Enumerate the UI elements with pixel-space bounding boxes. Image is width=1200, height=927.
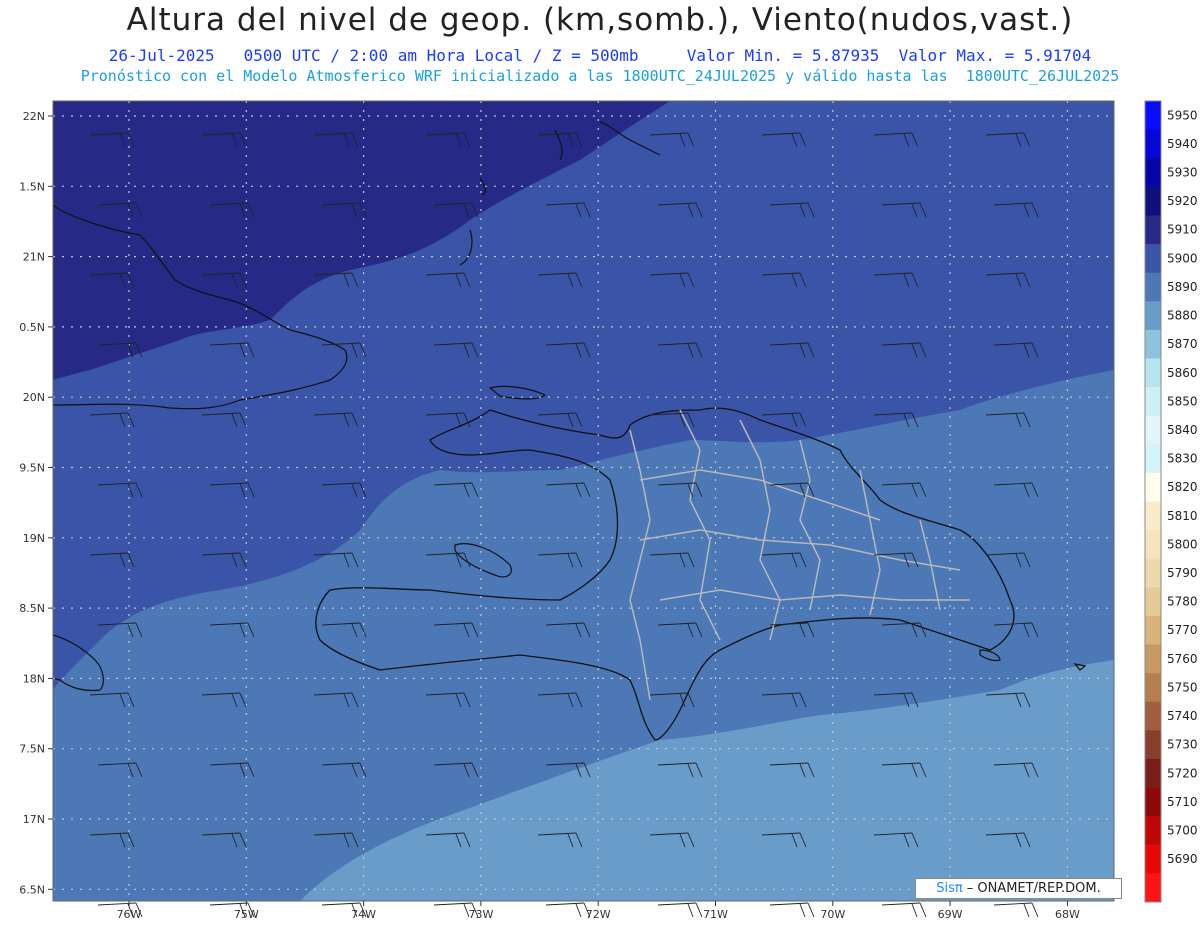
lon-tick-label: 73W — [468, 908, 493, 921]
colorbar-label: 5840 — [1167, 423, 1198, 437]
colorbar-swatch — [1145, 387, 1161, 417]
colorbar-label: 5850 — [1167, 394, 1198, 408]
credit-brand: Sisπ — [936, 881, 963, 896]
colorbar-label: 5780 — [1167, 595, 1198, 609]
colorbar-swatch — [1145, 272, 1161, 302]
colorbar-label: 5690 — [1167, 852, 1198, 866]
colorbar-swatch — [1145, 844, 1161, 874]
lat-tick-label: 22N — [23, 110, 45, 123]
colorbar-label: 5770 — [1167, 623, 1198, 637]
lon-tick-label: 68W — [1055, 908, 1080, 921]
lat-tick-label: 21N — [23, 251, 45, 264]
colorbar-swatch — [1145, 816, 1161, 846]
longitude-axis: 76W 75W 74W 73W 72W 71W 70W 69W 68W — [117, 901, 1080, 921]
colorbar-label: 5740 — [1167, 709, 1198, 723]
lon-tick-label: 70W — [820, 908, 845, 921]
lat-tick-label: 8.5N — [19, 602, 45, 615]
credit-text: – ONAMET/REP.DOM. — [966, 881, 1101, 896]
colorbar-label: 5790 — [1167, 566, 1198, 580]
lon-tick-label: 75W — [234, 908, 259, 921]
colorbar-label: 5820 — [1167, 480, 1198, 494]
colorbar-label: 5950 — [1167, 108, 1198, 122]
colorbar-label: 5890 — [1167, 280, 1198, 294]
colorbar-label: 5730 — [1167, 738, 1198, 752]
colorbar-label: 5750 — [1167, 680, 1198, 694]
colorbar-swatch — [1145, 472, 1161, 502]
forecast-map: 22N 1.5N 21N 0.5N 20N 9.5N 19N 8.5N 18N 7.5N 17N 6.… — [19, 100, 1198, 921]
colorbar-swatch — [1145, 415, 1161, 445]
lat-tick-label: 7.5N — [19, 743, 45, 756]
colorbar-swatch — [1145, 644, 1161, 674]
colorbar-label: 5700 — [1167, 823, 1198, 837]
colorbar-swatch — [1145, 587, 1161, 617]
colorbar-swatch — [1145, 730, 1161, 760]
lat-tick-label: 9.5N — [19, 462, 45, 475]
colorbar-label: 5940 — [1167, 137, 1198, 151]
colorbar-swatch — [1145, 244, 1161, 274]
colorbar-label: 5710 — [1167, 795, 1198, 809]
colorbar-swatch — [1145, 215, 1161, 245]
colorbar-label: 5910 — [1167, 223, 1198, 237]
lon-tick-label: 76W — [117, 908, 142, 921]
colorbar-label: 5720 — [1167, 766, 1198, 780]
lat-tick-label: 18N — [23, 672, 45, 685]
colorbar-swatch — [1145, 186, 1161, 216]
colorbar-swatch — [1145, 101, 1161, 131]
colorbar-label: 5880 — [1167, 309, 1198, 323]
colorbar-label: 5870 — [1167, 337, 1198, 351]
colorbar-swatch — [1145, 558, 1161, 588]
lon-tick-label: 72W — [586, 908, 611, 921]
lon-tick-label: 69W — [938, 908, 963, 921]
colorbar-label: 5760 — [1167, 652, 1198, 666]
wind-barb — [657, 902, 703, 918]
colorbar: 5950 5940 5930 5920 5910 5900 5890 5880 5870 5860… — [1144, 100, 1198, 903]
wind-barb — [769, 902, 815, 918]
lat-tick-label: 0.5N — [19, 321, 45, 334]
colorbar-label: 5860 — [1167, 366, 1198, 380]
colorbar-swatch — [1145, 301, 1161, 331]
wind-barb — [881, 902, 927, 918]
lat-tick-label: 1.5N — [19, 180, 45, 193]
colorbar-swatch — [1145, 158, 1161, 188]
colorbar-swatch — [1145, 444, 1161, 474]
lat-tick-label: 6.5N — [19, 883, 45, 896]
colorbar-swatch — [1145, 129, 1161, 159]
credit-badge: Sisπ – ONAMET/REP.DOM. — [915, 878, 1122, 899]
colorbar-label: 5930 — [1167, 166, 1198, 180]
colorbar-swatch — [1145, 701, 1161, 731]
colorbar-swatch — [1145, 358, 1161, 388]
colorbar-swatch — [1145, 530, 1161, 560]
lon-tick-label: 71W — [703, 908, 728, 921]
colorbar-label: 5810 — [1167, 509, 1198, 523]
colorbar-label: 5800 — [1167, 537, 1198, 551]
lat-tick-label: 20N — [23, 391, 45, 404]
colorbar-swatch — [1145, 329, 1161, 359]
lat-tick-label: 17N — [23, 813, 45, 826]
wind-barb — [993, 902, 1039, 918]
colorbar-label: 5830 — [1167, 452, 1198, 466]
map-field — [53, 101, 1114, 901]
colorbar-label: 5920 — [1167, 194, 1198, 208]
colorbar-swatch — [1145, 758, 1161, 789]
colorbar-swatch — [1145, 615, 1161, 646]
colorbar-swatch — [1145, 501, 1161, 531]
lon-tick-label: 74W — [351, 908, 376, 921]
wind-barb — [545, 902, 591, 918]
colorbar-swatch — [1145, 873, 1161, 903]
latitude-axis: 22N 1.5N 21N 0.5N 20N 9.5N 19N 8.5N 18N 7.5N 17N 6.… — [19, 110, 53, 896]
colorbar-swatch — [1145, 673, 1161, 703]
lat-tick-label: 19N — [23, 532, 45, 545]
colorbar-swatch — [1145, 787, 1161, 817]
colorbar-label: 5900 — [1167, 251, 1198, 265]
